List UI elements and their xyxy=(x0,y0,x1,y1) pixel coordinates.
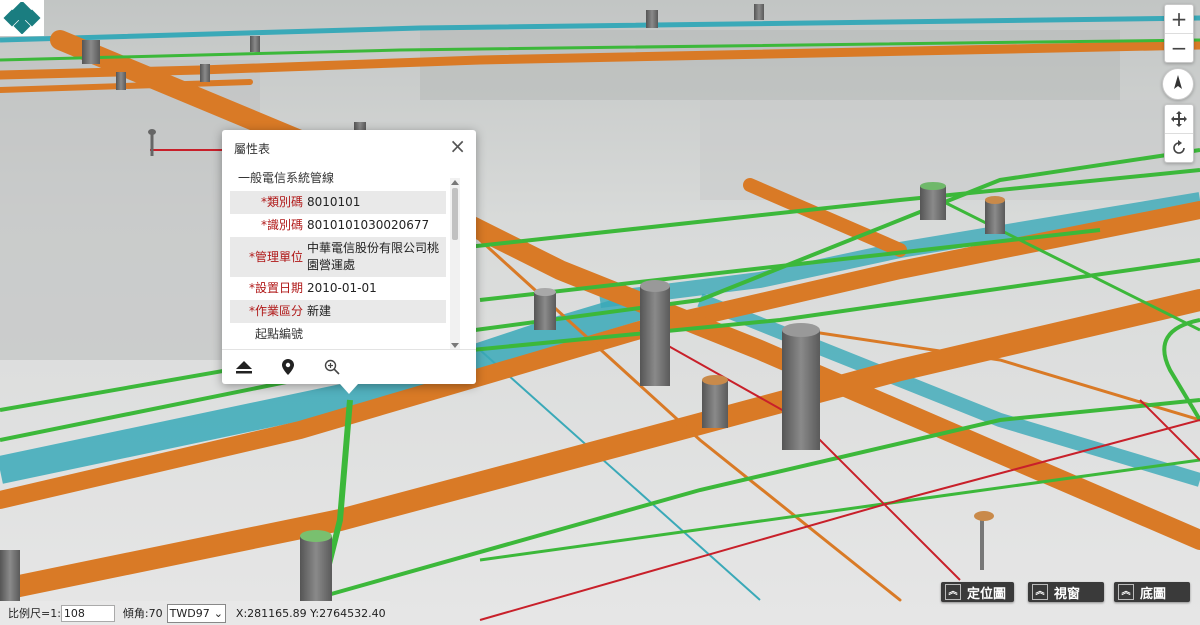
attribute-key: *設置日期 xyxy=(248,281,303,295)
eject-icon xyxy=(236,361,252,374)
attribute-value xyxy=(305,323,446,342)
attribute-key: *識別碼 xyxy=(260,218,303,232)
building-block xyxy=(420,30,1120,100)
attribute-value: 8010101030020677 xyxy=(307,218,430,232)
manhole xyxy=(754,4,764,20)
table-row: *類別碼 8010101 xyxy=(230,191,446,214)
manhole xyxy=(782,323,820,450)
locator-map-button[interactable]: ︽ 定位圖 xyxy=(941,582,1015,602)
attribute-value: 新建 xyxy=(305,300,446,323)
scale-label: 比例尺=1: xyxy=(8,607,61,620)
button-label: 底圖 xyxy=(1140,586,1167,602)
table-row: *設置日期 2010-01-01 xyxy=(230,277,446,300)
coordinate-readout: X:281165.89 Y:2764532.40 xyxy=(235,606,386,620)
tilt-label: 傾角:70 xyxy=(122,607,163,620)
zoom-in-icon xyxy=(324,359,340,375)
manhole xyxy=(920,182,946,220)
eject-button[interactable] xyxy=(222,350,266,384)
view-window-button[interactable]: ︽ 視窗 xyxy=(1028,582,1104,602)
attribute-panel[interactable]: 一般電信系統管線 *類別碼 8010101 *識別碼 8010101030020… xyxy=(230,168,463,342)
zoom-out-button[interactable]: − xyxy=(1165,33,1193,62)
location-pin-icon xyxy=(282,359,294,375)
table-row: *作業區分 新建 xyxy=(230,300,446,323)
building-block xyxy=(700,100,1200,200)
attribute-value: 8010101 xyxy=(305,191,446,214)
manhole xyxy=(640,280,670,386)
logo-icon xyxy=(3,2,41,34)
crs-select[interactable]: TWD97 ⌄ xyxy=(166,603,226,623)
manhole xyxy=(702,375,728,428)
attribute-popup: 屬性表 × 一般電信系統管線 *類別碼 8010101 *識別碼 8010101… xyxy=(222,130,476,394)
table-row: *管理單位 中華電信股份有限公司桃園營運處 xyxy=(230,237,446,277)
scroll-down-arrow[interactable] xyxy=(451,343,459,348)
attribute-key: *作業區分 xyxy=(230,300,305,323)
scroll-thumb[interactable] xyxy=(452,188,458,240)
table-row: *識別碼 8010101030020677 xyxy=(230,214,446,237)
minus-icon: − xyxy=(1170,36,1188,60)
popup-scrollbar[interactable] xyxy=(450,178,460,350)
attribute-value: 2010-01-01 xyxy=(307,281,377,295)
chevron-up-icon: ︽ xyxy=(1118,584,1134,600)
navigation-controls xyxy=(1164,104,1194,163)
manhole xyxy=(116,72,126,90)
locate-button[interactable] xyxy=(266,350,310,384)
rotate-icon xyxy=(1173,140,1185,154)
app-logo[interactable] xyxy=(0,0,44,36)
close-icon[interactable]: × xyxy=(449,136,466,156)
plus-icon: + xyxy=(1170,7,1188,31)
button-label: 視窗 xyxy=(1054,586,1081,602)
scroll-up-arrow[interactable] xyxy=(451,180,459,185)
chevron-down-icon: ⌄ xyxy=(213,606,223,620)
map-3d-view[interactable] xyxy=(0,0,1200,625)
chevron-up-icon: ︽ xyxy=(1032,584,1048,600)
popup-title: 屬性表 xyxy=(234,142,271,156)
compass-icon xyxy=(1174,75,1182,89)
zoom-to-button[interactable] xyxy=(310,350,354,384)
manhole xyxy=(200,64,210,82)
manhole xyxy=(82,40,100,64)
rotate-button[interactable] xyxy=(1165,133,1193,162)
scale-input[interactable]: 108 xyxy=(60,604,115,622)
table-row: 起點編號 xyxy=(230,323,446,342)
manhole xyxy=(250,36,260,52)
zoom-in-button[interactable]: + xyxy=(1165,5,1193,33)
crs-value: TWD97 xyxy=(169,606,210,620)
manhole xyxy=(534,288,556,330)
manhole xyxy=(985,196,1005,234)
attribute-value: 中華電信股份有限公司桃園營運處 xyxy=(305,237,446,277)
attribute-key: 起點編號 xyxy=(254,327,303,341)
feature-name: 一般電信系統管線 xyxy=(238,171,335,185)
basemap-button[interactable]: ︽ 底圖 xyxy=(1114,582,1190,602)
button-label: 定位圖 xyxy=(967,586,1007,602)
pan-icon xyxy=(1171,111,1187,127)
zoom-controls: + − xyxy=(1164,4,1194,63)
attribute-key: *管理單位 xyxy=(230,237,305,277)
chevron-up-icon: ︽ xyxy=(945,584,961,600)
status-bar: 比例尺=1: 108 傾角:70 TWD97 ⌄ X:281165.89 Y:2… xyxy=(0,601,390,625)
attribute-table: *類別碼 8010101 *識別碼 8010101030020677 *管理單位… xyxy=(230,191,446,342)
attribute-key: *類別碼 xyxy=(230,191,305,214)
popup-toolbar xyxy=(222,349,476,384)
pan-button[interactable] xyxy=(1165,105,1193,133)
compass-button[interactable] xyxy=(1162,68,1194,100)
manhole xyxy=(646,10,658,28)
